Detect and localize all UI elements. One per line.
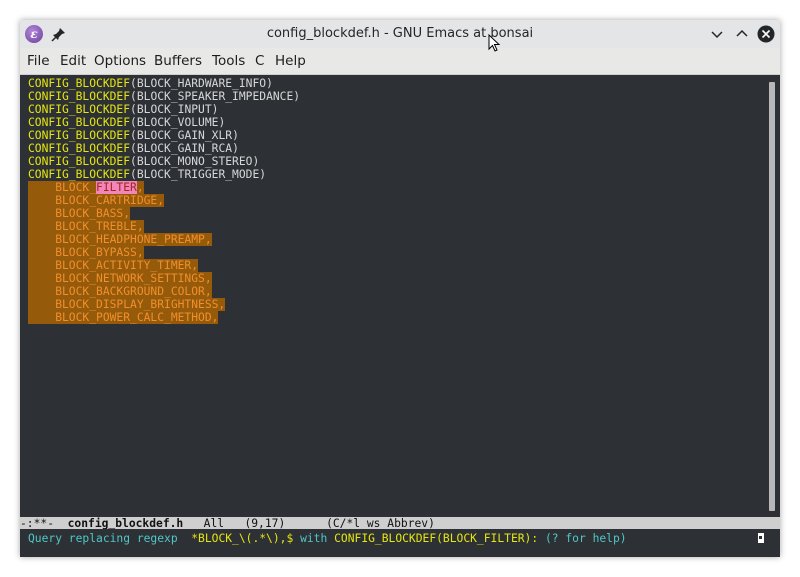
region-line: BLOCK_BASS, — [28, 207, 131, 220]
menu-tools[interactable]: Tools — [210, 48, 247, 74]
title-bar[interactable]: ε config_blockdef.h - GNU Emacs at bonsa… — [20, 20, 780, 48]
scrollbar-thumb[interactable] — [769, 82, 775, 511]
menu-edit[interactable]: Edit — [58, 48, 88, 74]
modeline-position: All — [203, 517, 225, 529]
macro-argument: BLOCK_SPEAKER_IMPEDANCE — [136, 90, 294, 103]
close-button[interactable] — [757, 25, 775, 43]
text-cursor-icon — [758, 533, 764, 543]
macro-argument: BLOCK_GAIN_XLR — [136, 129, 233, 142]
menu-help[interactable]: Help — [273, 48, 308, 74]
code-line: CONFIG_BLOCKDEF(BLOCK_HARDWARE_INFO) — [28, 77, 273, 90]
emacs-window: ε config_blockdef.h - GNU Emacs at bonsa… — [20, 20, 780, 557]
mode-line: -:**- config_blockdef.h All (9,17) (C/*l… — [20, 517, 780, 529]
menu-c[interactable]: C — [253, 48, 266, 74]
macro-name: CONFIG_BLOCKDEF — [28, 129, 131, 142]
macro-name: CONFIG_BLOCKDEF — [28, 103, 131, 116]
code-line: CONFIG_BLOCKDEF(BLOCK_VOLUME) — [28, 116, 226, 129]
minibuffer-help: (? for help) — [544, 532, 627, 545]
modeline-line-col: (9,17) — [244, 517, 286, 529]
search-match: FILTER — [96, 181, 137, 194]
mouse-pointer-icon — [488, 34, 501, 52]
macro-argument: BLOCK_TRIGGER_MODE — [136, 168, 260, 181]
macro-name: CONFIG_BLOCKDEF — [28, 77, 131, 90]
code-line: CONFIG_BLOCKDEF(BLOCK_INPUT) — [28, 103, 219, 116]
maximize-button[interactable] — [733, 25, 751, 43]
region-line: BLOCK_NETWORK_SETTINGS, — [28, 272, 212, 285]
macro-name: CONFIG_BLOCKDEF — [28, 155, 131, 168]
region-line: BLOCK_DISPLAY_BRIGHTNESS, — [28, 298, 226, 311]
macro-argument: BLOCK_HARDWARE_INFO — [136, 77, 267, 90]
code-line: CONFIG_BLOCKDEF(BLOCK_MONO_STEREO) — [28, 155, 260, 168]
code-line: CONFIG_BLOCKDEF(BLOCK_TRIGGER_MODE) — [28, 168, 267, 181]
menu-options[interactable]: Options — [92, 48, 148, 74]
minimize-button[interactable] — [708, 25, 726, 43]
macro-name: CONFIG_BLOCKDEF — [28, 168, 131, 181]
editor-buffer[interactable]: CONFIG_BLOCKDEF(BLOCK_HARDWARE_INFO) CONF… — [20, 75, 780, 517]
region-line: BLOCK_POWER_CALC_METHOD, — [28, 311, 219, 324]
region-line: BLOCK_BYPASS, — [28, 246, 144, 259]
code-line: CONFIG_BLOCKDEF(BLOCK_SPEAKER_IMPEDANCE) — [28, 90, 301, 103]
region-line: BLOCK_HEADPHONE_PREAMP, — [28, 233, 212, 246]
macro-argument: BLOCK_MONO_STEREO — [136, 155, 253, 168]
minibuffer[interactable]: Query replacing regexp *BLOCK_\(.*\),$ w… — [20, 530, 780, 557]
region-line: BLOCK_BACKGROUND_COLOR, — [28, 285, 212, 298]
code-line: CONFIG_BLOCKDEF(BLOCK_GAIN_XLR) — [28, 129, 239, 142]
region-line: BLOCK_TREBLE, — [28, 220, 144, 233]
region-line: BLOCK_CARTRIDGE, — [28, 194, 165, 207]
minibuffer-prompt: Query replacing regexp — [28, 532, 185, 545]
macro-name: CONFIG_BLOCKDEF — [28, 116, 131, 129]
region-line: BLOCK_FILTER, — [28, 181, 144, 194]
code-line: CONFIG_BLOCKDEF(BLOCK_GAIN_RCA) — [28, 142, 239, 155]
menu-buffers[interactable]: Buffers — [152, 48, 204, 74]
macro-argument: BLOCK_INPUT — [136, 103, 212, 116]
modeline-modes: (C/*l ws Abbrev) — [326, 517, 435, 529]
menu-file[interactable]: File — [25, 48, 52, 74]
macro-argument: BLOCK_VOLUME — [136, 116, 219, 129]
minibuffer-with: with — [300, 532, 328, 545]
modeline-buffer-name: config_blockdef.h — [67, 517, 184, 529]
minibuffer-replacement: CONFIG_BLOCKDEF(BLOCK_FILTER): — [334, 532, 539, 545]
minibuffer-regexp: *BLOCK_\(.*\),$ — [184, 532, 294, 545]
macro-name: CONFIG_BLOCKDEF — [28, 142, 131, 155]
modeline-status: -:**- — [20, 517, 68, 529]
menu-bar: File Edit Options Buffers Tools C Help — [20, 48, 780, 75]
region-line: BLOCK_ACTIVITY_TIMER, — [28, 259, 199, 272]
window-title: config_blockdef.h - GNU Emacs at bonsai — [266, 26, 534, 41]
macro-argument: BLOCK_GAIN_RCA — [136, 142, 233, 155]
macro-name: CONFIG_BLOCKDEF — [28, 90, 131, 103]
